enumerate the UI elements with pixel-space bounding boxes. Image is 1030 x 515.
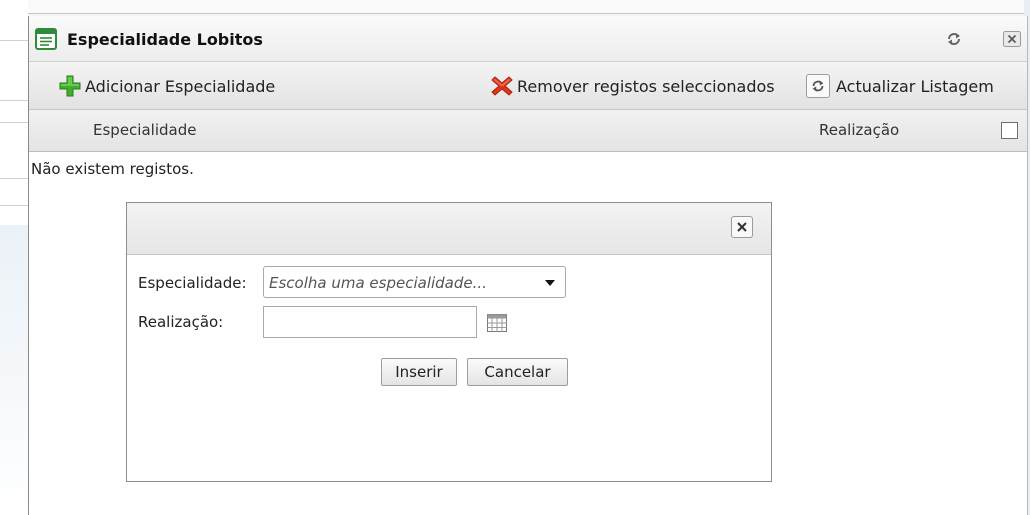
- refresh-list-button[interactable]: Actualizar Listagem: [806, 62, 994, 110]
- refresh-icon[interactable]: [945, 30, 963, 48]
- background-page-panel: [0, 225, 28, 515]
- insert-button[interactable]: Inserir: [381, 358, 457, 386]
- dialog-header: [127, 203, 771, 255]
- background-page-strip: [0, 0, 1030, 14]
- column-header-especialidade[interactable]: Especialidade: [93, 121, 196, 139]
- add-especialidade-dialog: Especialidade: Escolha uma especialidade…: [126, 202, 772, 482]
- especialidade-select[interactable]: Escolha uma especialidade...: [263, 266, 566, 298]
- add-especialidade-label: Adicionar Especialidade: [85, 76, 276, 96]
- realizacao-date-input[interactable]: [263, 306, 477, 338]
- window-title: Especialidade Lobitos: [67, 30, 263, 49]
- remove-selected-label: Remover registos seleccionados: [517, 76, 775, 96]
- close-icon: [737, 222, 747, 232]
- realizacao-label: Realização:: [138, 313, 224, 331]
- dialog-close-button[interactable]: [731, 216, 753, 238]
- add-especialidade-button[interactable]: Adicionar Especialidade: [59, 62, 275, 110]
- especialidade-placeholder: Escolha uma especialidade...: [269, 274, 487, 292]
- especialidade-window: Especialidade Lobitos Adicionar Especial…: [28, 16, 1028, 515]
- refresh-icon: [812, 80, 824, 92]
- empty-grid-message: Não existem registos.: [31, 160, 194, 178]
- red-x-icon: [491, 76, 513, 96]
- cancel-button[interactable]: Cancelar: [467, 358, 568, 386]
- calendar-icon[interactable]: [487, 314, 507, 332]
- close-icon[interactable]: [1003, 31, 1021, 47]
- especialidade-label: Especialidade:: [138, 274, 247, 292]
- green-plus-icon: [59, 75, 81, 97]
- select-all-checkbox[interactable]: [1001, 122, 1018, 139]
- toolbar: Adicionar Especialidade Remover registos…: [29, 62, 1027, 110]
- form-icon: [35, 28, 57, 50]
- remove-selected-button[interactable]: Remover registos seleccionados: [491, 62, 775, 110]
- column-header-realizacao[interactable]: Realização: [819, 121, 899, 139]
- refresh-list-label: Actualizar Listagem: [836, 76, 994, 96]
- chevron-down-icon: [545, 280, 555, 286]
- window-titlebar: Especialidade Lobitos: [29, 16, 1027, 62]
- grid-header: Especialidade Realização: [29, 110, 1027, 152]
